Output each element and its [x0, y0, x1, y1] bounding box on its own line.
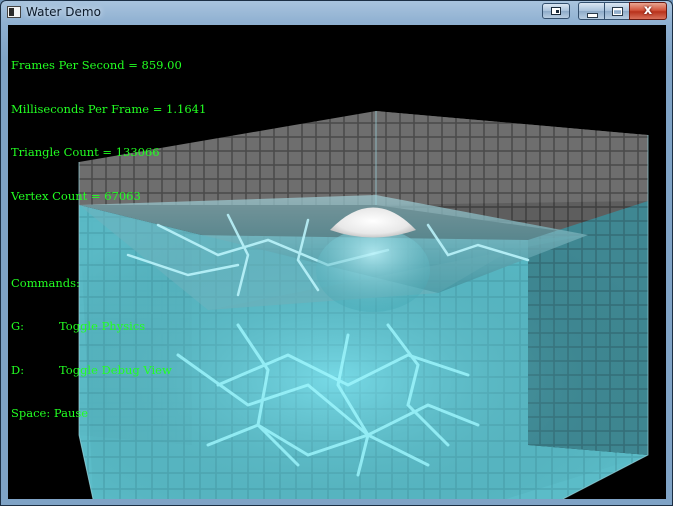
close-button[interactable]: x — [629, 2, 667, 20]
command-key: Space: — [11, 406, 51, 420]
command-row: Space: Pause — [11, 406, 206, 421]
command-row: G: Toggle Physics — [11, 319, 206, 334]
window-title: Water Demo — [26, 5, 101, 19]
ball-underwater — [316, 228, 430, 312]
caption-buttons: x — [578, 2, 667, 20]
title-bar[interactable]: Water Demo x — [1, 1, 672, 25]
ms-per-frame-readout: Milliseconds Per Frame = 1.1641 — [11, 101, 207, 116]
minimize-icon — [587, 13, 598, 18]
command-key: D: — [11, 362, 25, 377]
command-key: G: — [11, 319, 25, 333]
debug-overlay: Frames Per Second = 859.00 Milliseconds … — [11, 29, 206, 450]
triangle-count-readout: Triangle Count = 133066 — [11, 145, 160, 159]
application-window: Water Demo x Frames Per Second = 859.00 … — [0, 0, 673, 506]
command-action: Toggle Debug View — [59, 362, 172, 377]
hud-spacer — [11, 232, 206, 247]
fps-readout: Frames Per Second = 859.00 — [11, 58, 182, 72]
vertex-count-readout: Vertex Count = 67063 — [11, 188, 141, 203]
close-icon: x — [643, 3, 653, 18]
command-action: Pause — [53, 406, 89, 420]
maximize-icon — [612, 7, 623, 16]
render-viewport[interactable]: Frames Per Second = 859.00 Milliseconds … — [8, 25, 666, 499]
minimize-button[interactable] — [578, 2, 604, 20]
command-action: Toggle Physics — [59, 319, 146, 333]
command-row: D: Toggle Debug View — [11, 363, 206, 378]
app-icon[interactable] — [7, 6, 21, 18]
maximize-button[interactable] — [604, 2, 629, 20]
extra-button-icon[interactable] — [542, 3, 570, 19]
commands-header: Commands: — [11, 275, 80, 290]
